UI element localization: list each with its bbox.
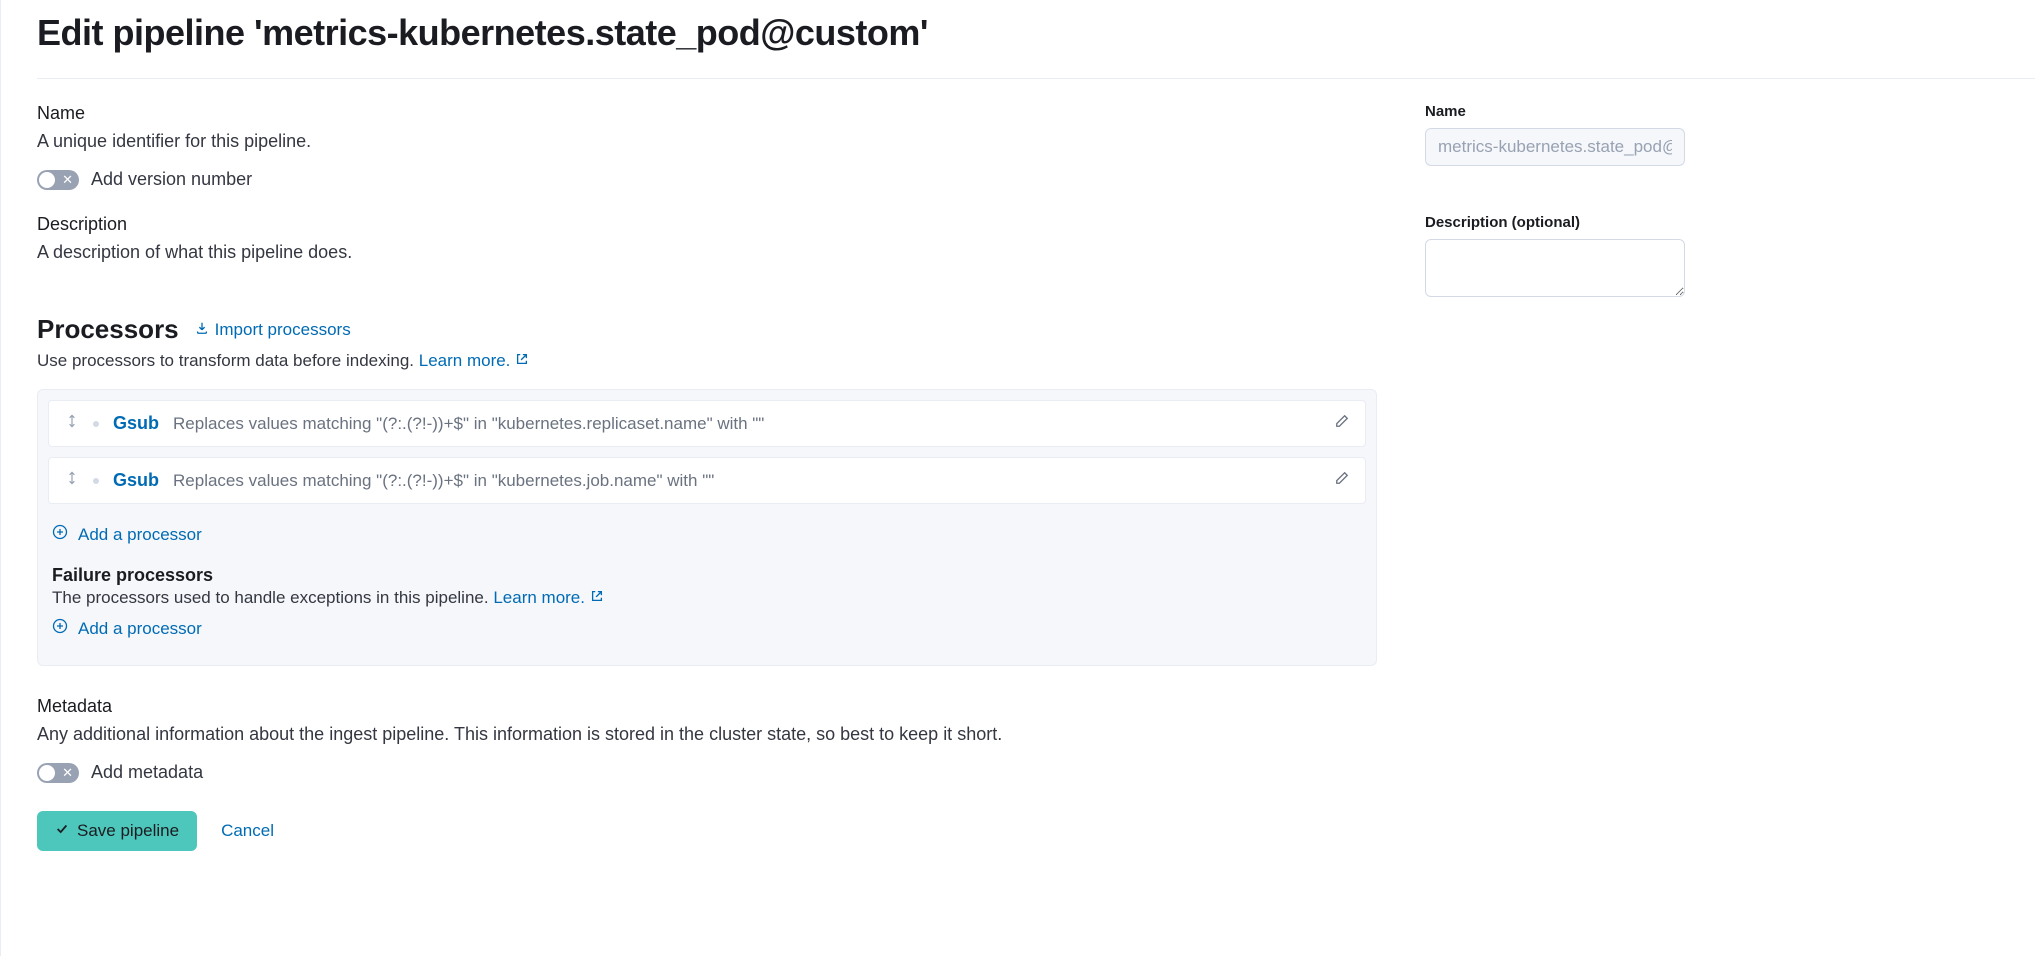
- cancel-button[interactable]: Cancel: [221, 821, 274, 841]
- add-failure-processor-label: Add a processor: [78, 619, 202, 639]
- save-pipeline-button[interactable]: Save pipeline: [37, 811, 197, 851]
- plus-circle-icon: [52, 524, 68, 545]
- failure-processors-title: Failure processors: [52, 565, 1362, 586]
- processors-panel: Gsub Replaces values matching "(?:.(?!-)…: [37, 389, 1377, 666]
- processor-row[interactable]: Gsub Replaces values matching "(?:.(?!-)…: [48, 457, 1366, 504]
- add-processor-button[interactable]: Add a processor: [48, 514, 206, 555]
- close-icon: ✕: [62, 766, 73, 779]
- check-icon: [55, 821, 69, 841]
- failure-learn-more-link[interactable]: Learn more.: [493, 588, 603, 607]
- description-label: Description: [37, 214, 1377, 235]
- description-field[interactable]: [1425, 239, 1685, 297]
- processors-title: Processors: [37, 314, 179, 345]
- processor-name[interactable]: Gsub: [113, 413, 159, 434]
- name-field[interactable]: [1425, 128, 1685, 166]
- import-icon: [195, 320, 209, 340]
- name-field-label: Name: [1425, 103, 1685, 120]
- failure-processors-sub: The processors used to handle exceptions…: [52, 588, 1362, 608]
- processor-row[interactable]: Gsub Replaces values matching "(?:.(?!-)…: [48, 400, 1366, 447]
- add-processor-label: Add a processor: [78, 525, 202, 545]
- metadata-help: Any additional information about the ing…: [37, 721, 1377, 748]
- metadata-label: Metadata: [37, 696, 1377, 717]
- processors-learn-more-link[interactable]: Learn more.: [419, 351, 529, 370]
- status-dot-icon: [93, 421, 99, 427]
- import-processors-link[interactable]: Import processors: [195, 320, 351, 340]
- name-label: Name: [37, 103, 1377, 124]
- description-help: A description of what this pipeline does…: [37, 239, 1377, 266]
- add-failure-processor-button[interactable]: Add a processor: [48, 608, 206, 649]
- drag-handle-icon[interactable]: [65, 470, 79, 491]
- page-title: Edit pipeline 'metrics-kubernetes.state_…: [37, 12, 2035, 79]
- external-link-icon: [515, 351, 529, 370]
- pencil-icon[interactable]: [1335, 414, 1349, 433]
- add-metadata-label: Add metadata: [91, 762, 203, 783]
- processor-name[interactable]: Gsub: [113, 470, 159, 491]
- add-version-label: Add version number: [91, 169, 252, 190]
- pencil-icon[interactable]: [1335, 471, 1349, 490]
- processor-description: Replaces values matching "(?:.(?!-))+$" …: [173, 414, 1321, 434]
- save-label: Save pipeline: [77, 821, 179, 841]
- status-dot-icon: [93, 478, 99, 484]
- name-help: A unique identifier for this pipeline.: [37, 128, 1377, 155]
- plus-circle-icon: [52, 618, 68, 639]
- add-metadata-toggle[interactable]: ✕: [37, 763, 79, 783]
- import-processors-label: Import processors: [215, 320, 351, 340]
- drag-handle-icon[interactable]: [65, 413, 79, 434]
- processors-subtext: Use processors to transform data before …: [37, 351, 1377, 371]
- processor-description: Replaces values matching "(?:.(?!-))+$" …: [173, 471, 1321, 491]
- description-field-label: Description (optional): [1425, 214, 1685, 231]
- close-icon: ✕: [62, 173, 73, 186]
- external-link-icon: [590, 588, 604, 607]
- add-version-toggle[interactable]: ✕: [37, 170, 79, 190]
